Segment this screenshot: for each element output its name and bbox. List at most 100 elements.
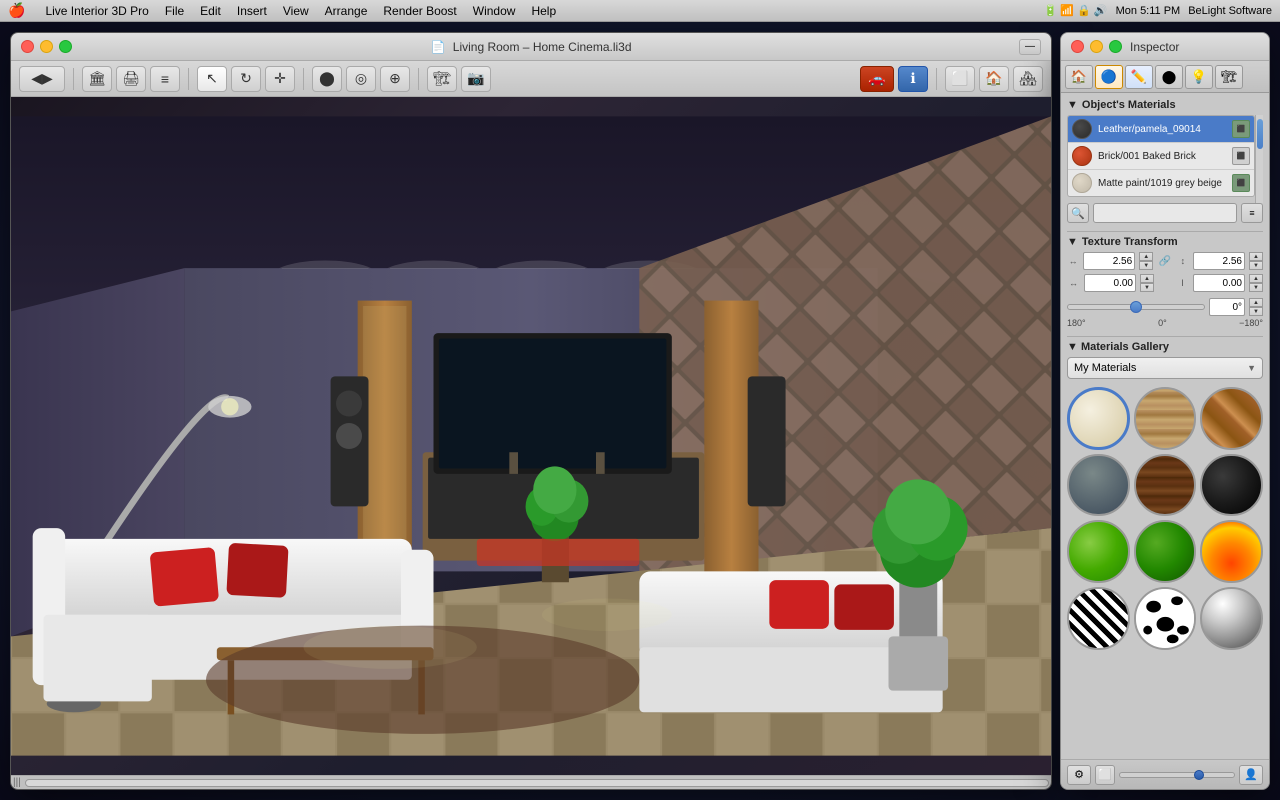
search-input[interactable] [1093, 203, 1237, 223]
maximize-button[interactable] [59, 40, 72, 53]
tt-offsety-up[interactable]: ▲ [1249, 274, 1263, 283]
material-type-icon-leather[interactable]: ⬛ [1232, 120, 1250, 138]
view-3d-btn[interactable]: 🏠 [979, 66, 1009, 92]
gallery-item-black[interactable] [1200, 454, 1263, 517]
tt-offsetx-down[interactable]: ▼ [1140, 283, 1154, 292]
bottom-settings-btn[interactable]: ⚙ [1067, 765, 1091, 785]
tab-object[interactable]: 🏠 [1065, 65, 1093, 89]
bottom-right-btn[interactable]: 👤 [1239, 765, 1263, 785]
tt-offsetx-up[interactable]: ▲ [1140, 274, 1154, 283]
clock: Mon 5:11 PM [1116, 5, 1181, 17]
menu-arrange[interactable]: Arrange [325, 4, 368, 18]
gallery-item-green-bright[interactable] [1067, 520, 1130, 583]
target-btn[interactable]: ⊕ [380, 66, 410, 92]
angle-slider-track[interactable] [1067, 304, 1205, 310]
materials-scrollbar[interactable] [1255, 115, 1263, 203]
apple-menu[interactable]: 🍎 [8, 2, 25, 19]
floorplan-btn[interactable]: 🏛 [82, 66, 112, 92]
rotate-btn[interactable]: ↻ [231, 66, 261, 92]
3d-viewport[interactable] [11, 97, 1051, 775]
close-button[interactable] [21, 40, 34, 53]
tt-link-icon[interactable]: 🔗 [1157, 252, 1173, 270]
tab-edit[interactable]: ✏️ [1125, 65, 1153, 89]
window-zoom-btn[interactable]: — [1019, 39, 1041, 55]
materials-scroll-thumb[interactable] [1257, 119, 1263, 149]
info-btn[interactable]: ℹ [898, 66, 928, 92]
3d-canvas[interactable] [11, 97, 1051, 775]
tt-header-label: Texture Transform [1082, 236, 1178, 248]
angle-down[interactable]: ▼ [1249, 307, 1263, 316]
screenshot-btn[interactable]: 📷 [461, 66, 491, 92]
angle-stepper[interactable]: ▲ ▼ [1249, 298, 1263, 316]
tt-height-input[interactable] [1193, 252, 1245, 270]
move-btn[interactable]: ✛ [265, 66, 295, 92]
horizontal-scrollbar[interactable]: ||| [11, 775, 1051, 789]
menu-window[interactable]: Window [473, 4, 516, 18]
gallery-item-zebra[interactable] [1067, 587, 1130, 650]
gallery-item-dalmatian[interactable] [1134, 587, 1197, 650]
menu-help[interactable]: Help [531, 4, 556, 18]
menu-btn[interactable]: ≡ [150, 66, 180, 92]
tab-render[interactable]: ⬤ [1155, 65, 1183, 89]
tt-offsetx-stepper[interactable]: ▲ ▼ [1140, 274, 1154, 292]
inspector-close-btn[interactable] [1071, 40, 1084, 53]
gallery-item-chrome[interactable] [1200, 587, 1263, 650]
gallery-item-wood-dark[interactable] [1134, 454, 1197, 517]
search-menu-button[interactable]: ≡ [1241, 203, 1263, 223]
tab-build[interactable]: 🏗 [1215, 65, 1243, 89]
angle-input[interactable] [1209, 298, 1245, 316]
view-full-btn[interactable]: 🏘 [1013, 66, 1043, 92]
bottom-action-btn[interactable]: ⬜ [1095, 765, 1115, 785]
tt-width-input[interactable] [1083, 252, 1135, 270]
angle-up[interactable]: ▲ [1249, 298, 1263, 307]
tab-light[interactable]: 💡 [1185, 65, 1213, 89]
gallery-item-stone[interactable] [1067, 454, 1130, 517]
app-name[interactable]: Live Interior 3D Pro [45, 4, 148, 18]
select-btn[interactable]: ↖ [197, 66, 227, 92]
gallery-item-cream[interactable] [1067, 387, 1130, 450]
tt-width-stepper[interactable]: ▲ ▼ [1139, 252, 1153, 270]
3d-view-btn[interactable]: 🚗 [860, 66, 894, 92]
menu-insert[interactable]: Insert [237, 4, 267, 18]
tt-height-down[interactable]: ▼ [1249, 261, 1263, 270]
bottom-slider-thumb[interactable] [1194, 770, 1204, 780]
gallery-item-wood-light[interactable] [1134, 387, 1197, 450]
tt-width-up[interactable]: ▲ [1139, 252, 1153, 261]
walk-btn[interactable]: 🏗 [427, 66, 457, 92]
tt-height-up[interactable]: ▲ [1249, 252, 1263, 261]
scrollbar-track[interactable] [25, 779, 1049, 787]
gallery-item-brick[interactable] [1200, 387, 1263, 450]
inspector-maximize-btn[interactable] [1109, 40, 1122, 53]
view-2d-btn[interactable]: ⬜ [945, 66, 975, 92]
tab-materials[interactable]: 🔵 [1095, 65, 1123, 89]
inspector-minimize-btn[interactable] [1090, 40, 1103, 53]
material-item-brick[interactable]: Brick/001 Baked Brick ⬛ [1068, 143, 1254, 170]
sphere-btn[interactable]: ⬤ [312, 66, 342, 92]
material-type-icon-brick[interactable]: ⬛ [1232, 147, 1250, 165]
minimize-button[interactable] [40, 40, 53, 53]
circle-btn[interactable]: ◎ [346, 66, 376, 92]
tt-width-down[interactable]: ▼ [1139, 261, 1153, 270]
gallery-item-green-dark[interactable] [1134, 520, 1197, 583]
tt-offsety-input[interactable] [1193, 274, 1245, 292]
angle-slider-thumb[interactable] [1130, 301, 1142, 313]
tt-offsety-stepper[interactable]: ▲ ▼ [1249, 274, 1263, 292]
menu-file[interactable]: File [165, 4, 184, 18]
menu-render-boost[interactable]: Render Boost [383, 4, 456, 18]
tt-offsetx-input[interactable] [1084, 274, 1136, 292]
menu-edit[interactable]: Edit [200, 4, 221, 18]
menu-view[interactable]: View [283, 4, 309, 18]
print-btn[interactable]: 🖨 [116, 66, 146, 92]
gallery-dropdown[interactable]: My Materials ▼ [1067, 357, 1263, 379]
gallery-item-fire[interactable] [1200, 520, 1263, 583]
tt-offsety-down[interactable]: ▼ [1249, 283, 1263, 292]
bottom-slider-track[interactable] [1119, 772, 1235, 778]
material-item-leather[interactable]: Leather/pamela_09014 ⬛ [1068, 116, 1254, 143]
inspector-title: Inspector [1130, 40, 1179, 54]
search-button[interactable]: 🔍 [1067, 203, 1089, 223]
nav-back-forward-btn[interactable]: ◀▶ [19, 66, 65, 92]
material-item-paint[interactable]: Matte paint/1019 grey beige ⬛ [1068, 170, 1254, 196]
material-swatch-paint [1072, 173, 1092, 193]
material-type-icon-paint[interactable]: ⬛ [1232, 174, 1250, 192]
tt-height-stepper[interactable]: ▲ ▼ [1249, 252, 1263, 270]
